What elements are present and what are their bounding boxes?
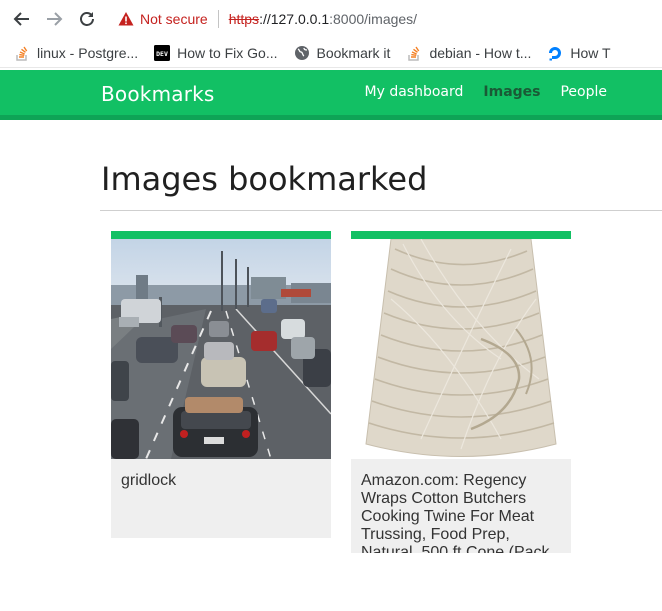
bookmark-label: How T (570, 44, 611, 61)
bookmark-label: linux - Postgre... (37, 44, 139, 61)
reload-button[interactable] (75, 8, 99, 30)
bookmark-label: Bookmark it (316, 44, 391, 61)
menu-item-images[interactable]: Images (483, 84, 540, 100)
image-title[interactable]: gridlock (111, 459, 331, 490)
site-logo[interactable]: Bookmarks (101, 82, 215, 106)
bookmark-item[interactable]: DEV How to Fix Go... (154, 44, 278, 61)
menu-item-people[interactable]: People (560, 84, 607, 100)
warning-icon (118, 12, 134, 26)
site-header: Bookmarks My dashboard Images People (0, 70, 662, 120)
url-path: :8000/images/ (329, 11, 418, 27)
back-button[interactable] (10, 8, 34, 30)
traffic-image[interactable] (111, 239, 331, 459)
title-divider (100, 210, 662, 211)
url-scheme: https (228, 11, 260, 27)
svg-text:DEV: DEV (156, 50, 168, 58)
forward-arrow-icon (47, 12, 63, 26)
not-secure-label: Not secure (140, 11, 208, 27)
image-card[interactable]: Amazon.com: Regency Wraps Cotton Butcher… (351, 231, 571, 553)
bookmark-label: How to Fix Go... (177, 44, 278, 61)
address-bar[interactable]: Not secure https://127.0.0.1:8000/images… (108, 4, 662, 34)
bookmark-item[interactable]: linux - Postgre... (14, 45, 138, 61)
forward-button[interactable] (42, 8, 66, 30)
reload-icon (80, 12, 94, 26)
bookmark-item[interactable]: How T (547, 44, 611, 61)
bookmark-label: debian - How t... (429, 44, 532, 61)
bookmarks-bar: linux - Postgre... DEV How to Fix Go... … (0, 38, 662, 68)
image-card[interactable]: gridlock (111, 231, 331, 538)
menu-item-dashboard[interactable]: My dashboard (365, 84, 464, 100)
main-menu: My dashboard Images People (345, 84, 607, 100)
page-title: Images bookmarked (101, 160, 428, 198)
twine-image[interactable] (351, 239, 571, 459)
url-host: ://127.0.0.1 (259, 11, 330, 27)
bookmark-item[interactable]: debian - How t... (406, 45, 531, 61)
url-divider (217, 10, 219, 28)
digitalocean-icon (547, 45, 563, 61)
browser-toolbar: Not secure https://127.0.0.1:8000/images… (0, 0, 662, 38)
back-arrow-icon (13, 12, 29, 26)
bookmark-item[interactable]: Bookmark it (294, 44, 391, 61)
globe-icon (294, 45, 310, 61)
stackoverflow-icon (406, 45, 422, 61)
stackoverflow-icon (14, 45, 30, 61)
dev-icon: DEV (154, 44, 171, 61)
url-text[interactable]: https://127.0.0.1:8000/images/ (229, 11, 417, 27)
image-title[interactable]: Amazon.com: Regency Wraps Cotton Butcher… (351, 459, 571, 553)
